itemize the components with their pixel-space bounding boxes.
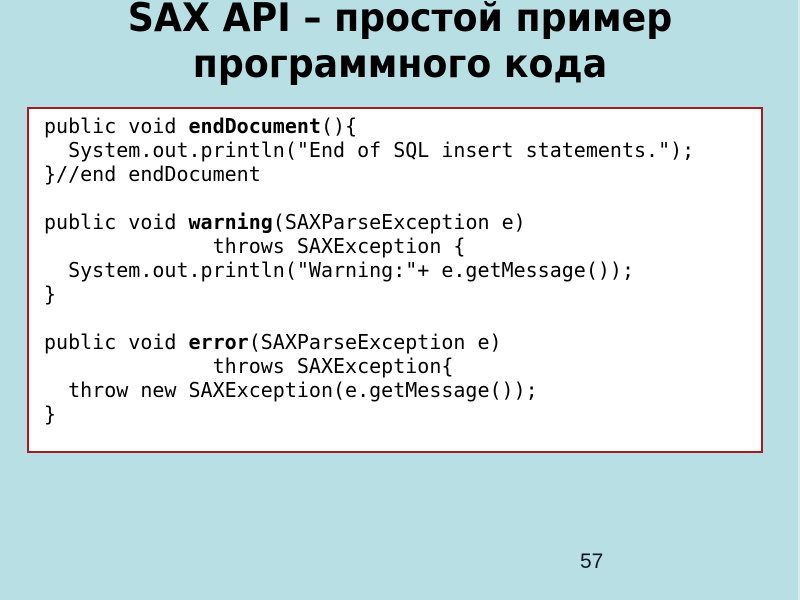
slide-title-line-2: программного кода <box>192 42 608 87</box>
code-line: System.out.println("End of SQL insert st… <box>44 138 694 162</box>
code-line: System.out.println("Warning:"+ e.getMess… <box>44 258 694 282</box>
page-number: 57 <box>580 550 604 573</box>
code-token: System.out.println("Warning:"+ e.getMess… <box>44 258 635 282</box>
code-token: System.out.println("End of SQL insert st… <box>44 138 695 162</box>
method-name-warning: warning <box>188 210 273 234</box>
code-line: throws SAXException{ <box>44 354 694 378</box>
slide-title-line-1: SAX API – простой пример <box>127 0 673 41</box>
code-line: public void error(SAXParseException e) <box>44 330 694 354</box>
code-line: }//end endDocument <box>44 162 694 186</box>
code-token: throw new SAXException(e.getMessage()); <box>44 378 538 402</box>
code-token: (SAXParseException e) <box>272 210 526 234</box>
code-line: throws SAXException { <box>44 234 694 258</box>
code-token: (){ <box>320 114 358 138</box>
code-token: } <box>44 282 57 306</box>
code-token: public void <box>44 114 189 138</box>
code-token: public void <box>44 210 189 234</box>
code-listing: public void endDocument(){ System.out.pr… <box>44 114 694 426</box>
code-token: (SAXParseException e) <box>248 330 502 354</box>
code-line: public void endDocument(){ <box>44 114 694 138</box>
code-line: public void warning(SAXParseException e) <box>44 210 694 234</box>
code-line: throw new SAXException(e.getMessage()); <box>44 378 694 402</box>
code-token: throws SAXException{ <box>44 354 454 378</box>
code-box: public void endDocument(){ System.out.pr… <box>27 107 763 453</box>
code-line: } <box>44 282 694 306</box>
method-name-endDocument: endDocument <box>188 114 321 138</box>
code-token: public void <box>44 330 189 354</box>
code-token: throws SAXException { <box>44 234 466 258</box>
method-name-error: error <box>188 330 249 354</box>
code-line: } <box>44 402 694 426</box>
code-token: }//end endDocument <box>44 162 261 186</box>
code-token: } <box>44 402 57 426</box>
